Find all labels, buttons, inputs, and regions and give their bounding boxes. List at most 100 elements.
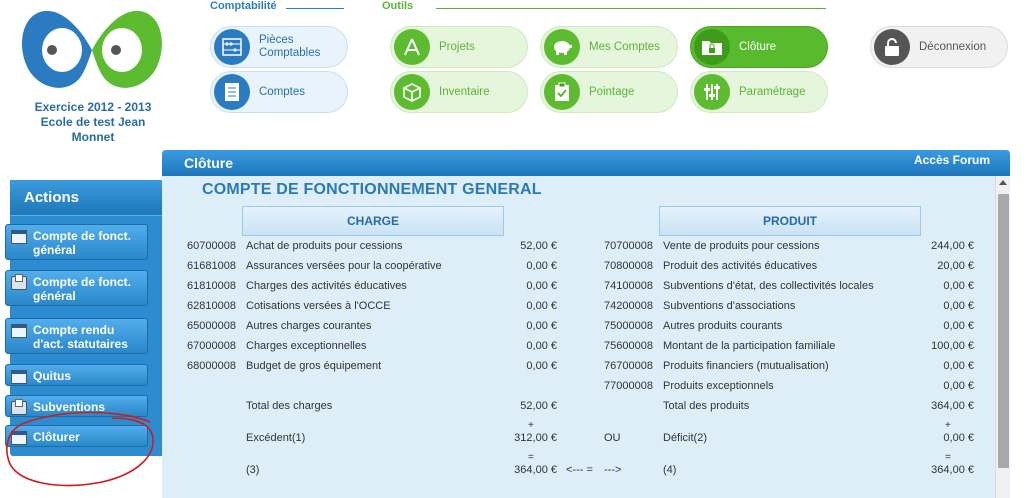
ref-3: (3): [246, 464, 260, 476]
result-row: + + Excédent(1) 312,00 € OU Déficit(2) 0,00 €: [162, 416, 995, 448]
produit-label: Produits exceptionnels: [663, 380, 774, 392]
charge-amount: 0,00 €: [526, 360, 557, 372]
sidebar-action-label: Clôturer: [33, 430, 80, 444]
produit-amount: 20,00 €: [937, 260, 974, 272]
table-row: 61810008 Charges des activités éducatives…: [162, 276, 995, 296]
nav-comptes[interactable]: Comptes: [210, 71, 348, 113]
sidebar-action-4[interactable]: Quitus: [5, 364, 148, 386]
arrow-left: <--- =: [566, 464, 593, 476]
nav-pointage-label: Pointage: [589, 86, 635, 98]
produit-label: Produit des activités éducatives: [663, 260, 818, 272]
calendar-icon: [11, 324, 27, 338]
charge-code: 68000008: [187, 360, 236, 372]
produit-label: Subventions d'état, des collectivités lo…: [663, 280, 874, 292]
produit-amount: 0,00 €: [943, 320, 974, 332]
produit-code: 70700008: [604, 240, 653, 252]
logout-label: Déconnexion: [919, 41, 987, 53]
forum-link[interactable]: Accès Forum: [914, 153, 990, 167]
sidebar-action-label: Compte rendu d'act. statutaires: [33, 323, 128, 351]
produit-amount: 0,00 €: [943, 300, 974, 312]
plus-sign: +: [528, 420, 534, 431]
sidebar-action-label: Compte de fonct. général: [33, 229, 131, 257]
charge-code: 67000008: [187, 340, 236, 352]
sidebar-action-label: Quitus: [33, 369, 71, 383]
main-panel: Clôture Accès Forum COMPTE DE FONCTIONNE…: [162, 150, 1010, 498]
nav-inventaire[interactable]: Inventaire: [390, 71, 528, 113]
scroll-thumb[interactable]: [998, 194, 1009, 468]
final-row: = = (3) 364,00 € <--- = ---> (4) 364,00 €: [162, 448, 995, 480]
nav-pieces-label: Pièces Comptables: [259, 34, 321, 59]
nav-pieces-comptables[interactable]: Pièces Comptables: [210, 26, 348, 68]
charge-label: Assurances versées pour la coopérative: [246, 260, 442, 272]
clipboard-icon: [544, 74, 580, 110]
produit-amount: 244,00 €: [931, 240, 974, 252]
table-row: 62810008 Cotisations versées à l'OCCE 0,00…: [162, 296, 995, 316]
calendar-icon: [11, 431, 27, 445]
nav-mes-comptes[interactable]: Mes Comptes: [540, 26, 678, 68]
produit-label: Montant de la participation familiale: [663, 340, 836, 352]
charge-label: Charges des activités éducatives: [246, 280, 407, 292]
box-icon: [394, 74, 430, 110]
table-row: 61681008 Assurances versées pour la coopé…: [162, 256, 995, 276]
charge-amount: 0,00 €: [526, 340, 557, 352]
charge-code: 61681008: [187, 260, 236, 272]
nav-parametrage-label: Paramétrage: [739, 86, 806, 98]
final-produits-amount: 364,00 €: [931, 464, 974, 476]
produit-label: Produits financiers (mutualisation): [663, 360, 829, 372]
or-label: OU: [604, 432, 621, 444]
ledger-icon: [214, 74, 250, 110]
charge-amount: 0,00 €: [526, 260, 557, 272]
school-name-2: Monnet: [71, 130, 115, 144]
abacus-icon: [214, 29, 250, 65]
charge-code: 60700008: [187, 240, 236, 252]
sidebar-action-6[interactable]: Clôturer: [5, 425, 148, 447]
nav-inventaire-label: Inventaire: [439, 86, 490, 98]
nav-cloture-label: Clôture: [739, 41, 777, 53]
plus-sign: +: [945, 420, 951, 431]
sidebar-action-5[interactable]: Subventions: [5, 395, 148, 417]
section-outils: Outils: [382, 0, 826, 12]
produit-code: 75000008: [604, 320, 653, 332]
scroll-up-icon[interactable]: [999, 180, 1007, 185]
section-comptabilite: Comptabilité: [210, 0, 344, 12]
nav-projets[interactable]: Projets: [390, 26, 528, 68]
table-row: 67000008 Charges exceptionnelles 0,00 € 756…: [162, 336, 995, 356]
charge-code: 62810008: [187, 300, 236, 312]
deficit-amount: 0,00 €: [943, 432, 974, 444]
compass-icon: [394, 29, 430, 65]
charge-label: Charges exceptionnelles: [246, 340, 367, 352]
deficit-label: Déficit(2): [663, 432, 708, 444]
accounts-table: 60700008 Achat de produits pour cessions 5…: [162, 236, 995, 480]
excedent-label: Excédent(1): [246, 432, 306, 444]
produit-label: Vente de produits pour cessions: [663, 240, 820, 252]
printer-icon: [11, 274, 27, 290]
total-charges-amount: 52,00 €: [520, 400, 557, 412]
final-charges-amount: 364,00 €: [514, 464, 557, 476]
sliders-icon: [694, 74, 730, 110]
produit-amount: 0,00 €: [943, 280, 974, 292]
charge-amount: 0,00 €: [526, 300, 557, 312]
logout-button[interactable]: Déconnexion: [870, 26, 1008, 68]
sidebar-action-3[interactable]: Compte rendu d'act. statutaires: [5, 318, 148, 354]
nav-projets-label: Projets: [439, 41, 475, 53]
vertical-scrollbar[interactable]: [995, 176, 1010, 498]
charge-label: Autres charges courantes: [246, 320, 372, 332]
sidebar-action-label: Subventions: [33, 400, 106, 414]
produit-code: 77000008: [604, 380, 653, 392]
charge-label: Cotisations versées à l'OCCE: [246, 300, 391, 312]
produit-amount: 0,00 €: [943, 360, 974, 372]
sidebar-action-label: Compte de fonct. général: [33, 275, 131, 303]
main-header: Clôture Accès Forum: [162, 150, 1010, 176]
school-name: Ecole de test Jean: [40, 115, 146, 129]
charge-label: Achat de produits pour cessions: [246, 240, 403, 252]
sidebar-action-2[interactable]: Compte de fonct. général: [5, 270, 148, 306]
nav-mes-comptes-label: Mes Comptes: [589, 41, 660, 53]
produit-label: Subventions d'associations: [663, 300, 796, 312]
nav-pointage[interactable]: Pointage: [540, 71, 678, 113]
charge-code: 61810008: [187, 280, 236, 292]
calendar-icon: [11, 230, 27, 244]
content-area: COMPTE DE FONCTIONNEMENT GENERAL CHARGE …: [162, 176, 1010, 498]
nav-parametrage[interactable]: Paramétrage: [690, 71, 828, 113]
nav-cloture[interactable]: Clôture: [690, 26, 828, 68]
sidebar-action-1[interactable]: Compte de fonct. général: [5, 224, 148, 260]
